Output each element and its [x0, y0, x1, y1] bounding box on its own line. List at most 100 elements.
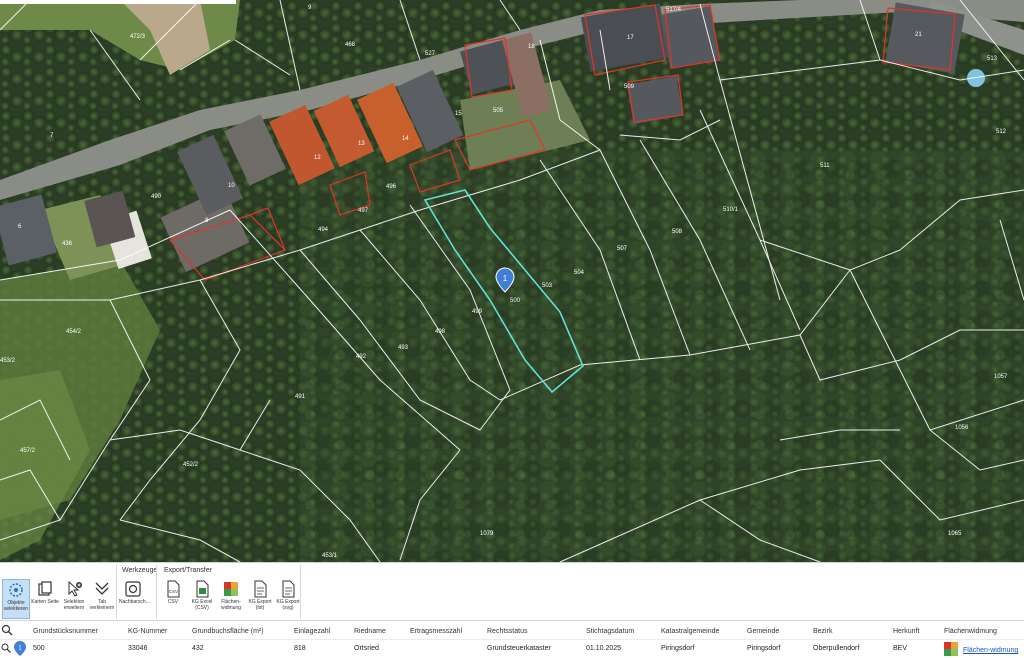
parcel-label: 498: [435, 329, 446, 335]
cell-einlagezahl: 818: [294, 645, 306, 652]
parcel-label: 505: [493, 108, 504, 114]
ribbon-divider: [116, 565, 117, 619]
cell-flaeche: 432: [192, 645, 204, 652]
column-header[interactable]: KG-Nummer: [128, 628, 167, 635]
select-objects-icon: [9, 583, 23, 597]
aerial-map[interactable]: 468 472/3 9 7 527 517/4 21 513 512 511 5…: [0, 0, 1024, 562]
parcel-label: 1065: [948, 531, 962, 537]
group-header-werkzeuge: Werkzeuge: [122, 567, 158, 574]
parcel-label: 490: [151, 194, 162, 200]
export-file-icon: [254, 580, 267, 598]
cell-herkunft: BEV: [893, 645, 908, 652]
svg-text:CSV: CSV: [169, 589, 178, 594]
cell-kg-nummer: 33046: [128, 645, 148, 652]
parcel-label: 472/3: [130, 34, 146, 40]
tab-verkleinern-button[interactable]: Tab verkleinern: [88, 579, 116, 619]
column-header[interactable]: Einlagezahl: [294, 628, 330, 635]
ribbon-toolbar: Werkzeuge Export/Transfer Objekte selekt…: [0, 562, 1024, 620]
parcel-label: 500: [510, 298, 521, 304]
parcel-label: 527: [425, 51, 436, 57]
parcel-label: 1057: [994, 374, 1008, 380]
parcel-label: 12: [314, 155, 321, 161]
zoom-icon[interactable]: [1, 624, 13, 636]
parcel-label: 452/2: [183, 462, 199, 468]
csv-export-button[interactable]: CSV CSV: [159, 579, 187, 619]
parcel-label: 492: [356, 354, 367, 360]
parcel-label: 517/4: [666, 7, 682, 13]
parcel-label: 436: [62, 241, 73, 247]
parcel-label: 491: [295, 394, 306, 400]
cell-stichtagsdatum: 01.10.2025: [586, 645, 622, 652]
zoning-map-icon: [944, 642, 958, 656]
parcel-label: 510/1: [723, 207, 739, 213]
csv-file-icon: CSV: [167, 580, 180, 598]
parcel-label: 504: [574, 270, 585, 276]
table-header: Grundstücksnummer KG-Nummer Grundbuchsfl…: [0, 621, 1024, 639]
column-header[interactable]: Katastralgemeinde: [661, 628, 719, 635]
parcel-label: 497: [358, 208, 369, 214]
parcel-label: 513: [987, 56, 998, 62]
chevron-down-icon: [95, 582, 109, 595]
parcel-label: 457/2: [20, 448, 36, 454]
column-header[interactable]: Grundstücksnummer: [33, 628, 98, 635]
objekte-selektieren-button[interactable]: Objekte selektieren: [2, 579, 30, 619]
parcel-label: 1079: [480, 531, 494, 537]
parcel-label: 453/2: [0, 358, 16, 364]
column-header[interactable]: Riedname: [354, 628, 386, 635]
flaechenwidmung-link[interactable]: Flächen-widmung: [963, 647, 1018, 654]
cell-katastralgemeinde: Piringsdorf: [661, 645, 695, 652]
parcel-label: 508: [672, 229, 683, 235]
parcel-label: 503: [542, 283, 553, 289]
neighborhood-icon: [125, 581, 141, 597]
cell-rechtsstatus: Grundsteuerkataster: [487, 645, 551, 652]
nachbarschaft-button[interactable]: Nachbarsch...: [119, 579, 150, 619]
map-view[interactable]: 468 472/3 9 7 527 517/4 21 513 512 511 5…: [0, 0, 1024, 562]
column-header[interactable]: Stichtagsdatum: [586, 628, 634, 635]
column-header[interactable]: Herkunft: [893, 628, 919, 635]
parcel-label: 499: [472, 309, 483, 315]
parcel-label: 509: [624, 84, 635, 90]
parcel-label: 493: [398, 345, 409, 351]
parcel-label: 21: [915, 32, 922, 38]
kg-export-svg-button[interactable]: KG Export (svg): [274, 579, 302, 619]
parcel-label: 507: [617, 246, 628, 252]
map-pin-number: 1: [503, 274, 508, 283]
column-header[interactable]: Bezirk: [813, 628, 832, 635]
parcel-label: 14: [402, 136, 409, 142]
parcel-label: 10: [228, 183, 235, 189]
export-file-icon: [282, 580, 295, 598]
parcel-label: 1056: [955, 425, 969, 431]
parcel-label: 494: [318, 227, 329, 233]
row-pin-icon: 1: [14, 641, 26, 656]
parcel-label: 496: [386, 184, 397, 190]
parcel-label: 468: [345, 42, 356, 48]
selektion-erweitern-button[interactable]: Selektion erweitern: [60, 579, 88, 619]
kg-export-txt-button[interactable]: KG Export (txt): [246, 579, 274, 619]
column-header[interactable]: Ertragsmesszahl: [410, 628, 462, 635]
karten-seite-button[interactable]: Karten Seite: [31, 579, 59, 619]
row-zoom-icon[interactable]: [1, 643, 11, 653]
excel-file-icon: [196, 580, 209, 598]
cursor-plus-icon: [68, 580, 82, 597]
cell-riedname: Ortsried: [354, 645, 379, 652]
parcel-label: 512: [996, 129, 1007, 135]
zoning-map-icon: [224, 582, 238, 596]
flaechenwidmung-button[interactable]: Flächen-widmung: [217, 579, 245, 619]
parcel-label: 15: [455, 111, 462, 117]
column-header[interactable]: Flächenwidmung: [944, 628, 997, 635]
parcel-label: 511: [820, 163, 830, 169]
column-header[interactable]: Gemeinde: [747, 628, 779, 635]
cell-grundstuecksnummer: 500: [33, 645, 45, 652]
kg-excel-button[interactable]: KG Excel (CSV): [188, 579, 216, 619]
parcel-label: 17: [627, 35, 634, 41]
parcel-label: 13: [358, 141, 365, 147]
ribbon-divider: [156, 565, 157, 619]
column-header[interactable]: Rechtsstatus: [487, 628, 527, 635]
parcel-label: 18: [528, 44, 535, 50]
map-page-icon: [38, 581, 52, 596]
parcel-table: Grundstücksnummer KG-Nummer Grundbuchsfl…: [0, 620, 1024, 658]
group-header-export: Export/Transfer: [164, 567, 212, 574]
cell-gemeinde: Piringsdorf: [747, 645, 781, 652]
column-header[interactable]: Grundbuchsfläche (m²): [192, 628, 264, 635]
parcel-label: 454/2: [66, 329, 82, 335]
